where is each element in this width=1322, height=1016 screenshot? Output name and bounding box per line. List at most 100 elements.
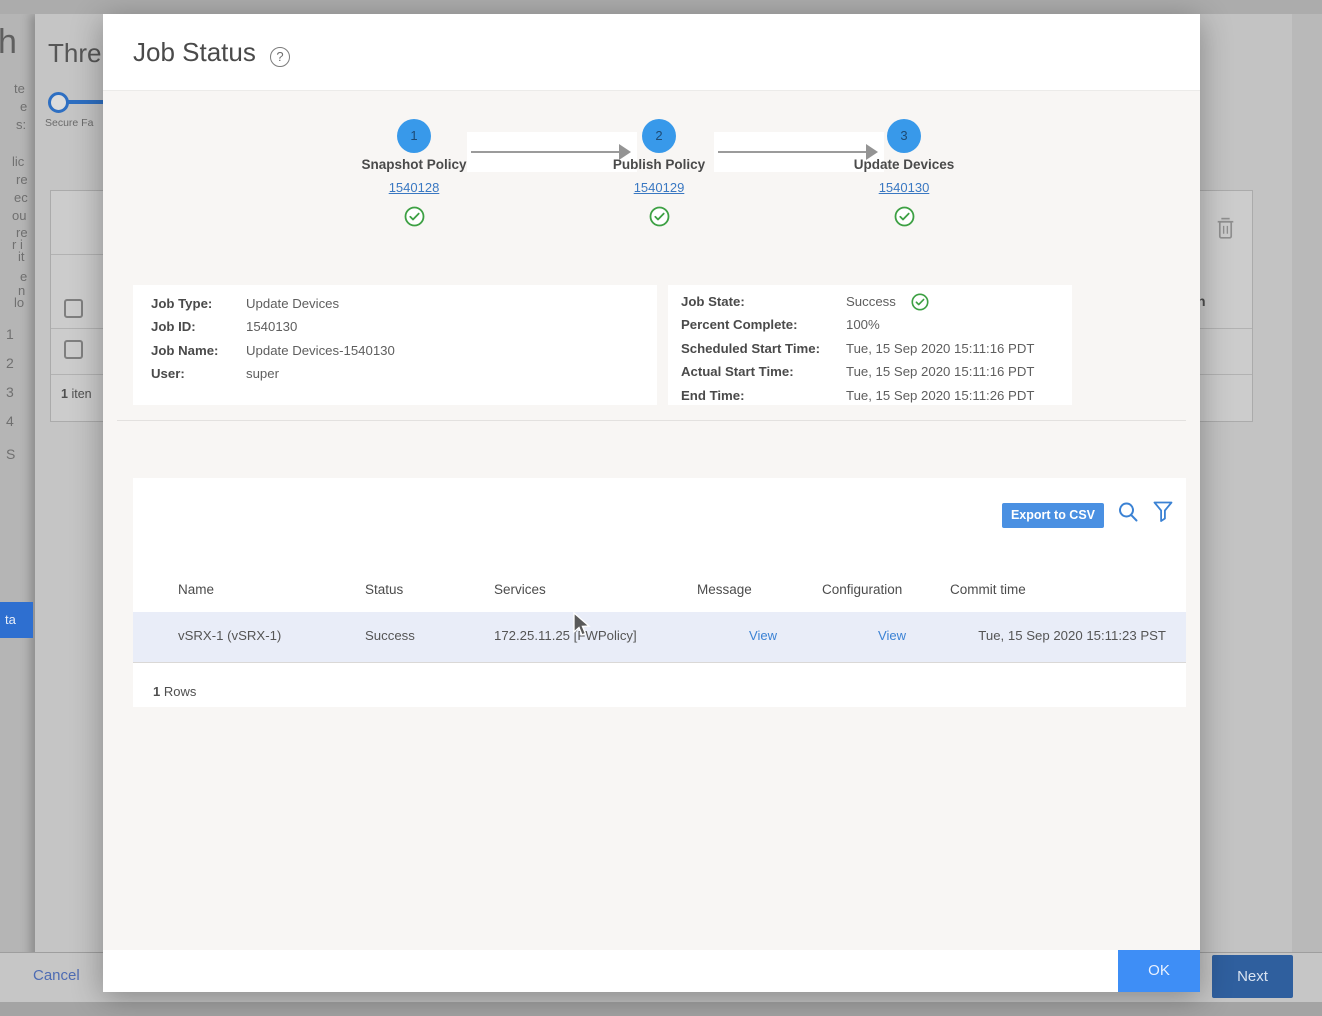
divider [1199, 374, 1252, 375]
step-3-circle: 3 [887, 119, 921, 153]
divider [51, 254, 104, 255]
column-header-configuration: Configuration [822, 582, 902, 597]
cell-status: Success [365, 628, 415, 643]
step-1-job-link[interactable]: 1540128 [334, 180, 494, 195]
summary-row: Percent Complete: 100% [668, 313, 1072, 336]
field-label: End Time: [681, 384, 745, 407]
summary-row: User: super [133, 362, 657, 385]
arrow-line [718, 151, 868, 153]
job-status-dialog: Job Status ? 1 Snapshot Policy 1540128 2… [103, 14, 1200, 992]
step-3-job-link[interactable]: 1540130 [824, 180, 984, 195]
field-label: Scheduled Start Time: [681, 337, 820, 360]
filter-icon[interactable] [1153, 501, 1173, 528]
section-divider [117, 420, 1186, 421]
arrow-line [471, 151, 621, 153]
wizard-stepper-node-icon [48, 92, 69, 113]
column-header-name: Name [178, 582, 214, 597]
bg-text-fragment: 3 [6, 386, 14, 399]
summary-row: Job State: Success [668, 290, 1072, 313]
field-label: Job State: [681, 290, 745, 313]
cell-services: 172.25.11.25 [FWPolicy] [494, 628, 637, 643]
summary-row: Job Name: Update Devices-1540130 [133, 339, 657, 362]
dialog-footer: OK [103, 950, 1200, 992]
bg-text-fragment: lic [12, 155, 24, 168]
bg-text-fragment: 2 [6, 357, 14, 370]
field-value: 100% [846, 313, 880, 336]
background-wizard-panel-left: Thre Secure Fa 1 iten [35, 14, 103, 1002]
configuration-view-link[interactable]: View [862, 628, 922, 643]
bg-text-fragment: 4 [6, 415, 14, 428]
grid-item-count: 1 iten [61, 387, 92, 401]
field-value: 1540130 [246, 315, 297, 338]
page-top-strip [0, 0, 1322, 14]
background-grid-card: n [1199, 190, 1253, 422]
summary-row: Scheduled Start Time: Tue, 15 Sep 2020 1… [668, 337, 1072, 360]
dialog-title: Job Status [133, 37, 256, 68]
step-3-success-icon [824, 206, 984, 232]
field-value: Tue, 15 Sep 2020 15:11:16 PDT [846, 337, 1034, 360]
bg-text-fragment: te [14, 82, 25, 95]
search-icon[interactable] [1117, 501, 1139, 528]
next-button[interactable]: Next [1212, 955, 1293, 998]
step-2-circle: 2 [642, 119, 676, 153]
help-icon[interactable]: ? [270, 47, 290, 67]
row-checkbox[interactable] [64, 340, 83, 359]
summary-row: Job ID: 1540130 [133, 315, 657, 338]
bg-text-fragment: s: [16, 118, 26, 131]
background-page-edge [1292, 14, 1322, 1002]
sidebar-selected-item-fragment[interactable]: ta [0, 602, 33, 638]
bg-text-fragment: 1 [6, 328, 14, 341]
job-summary-left-panel: Job Type: Update Devices Job ID: 1540130… [133, 285, 657, 405]
column-header-commit-time: Commit time [950, 582, 1026, 597]
divider [1199, 328, 1252, 329]
field-label: Job Name: [151, 339, 218, 362]
wizard-stepper-line [68, 100, 103, 104]
field-value: super [246, 362, 279, 385]
bg-text-fragment: it [18, 250, 25, 263]
bg-text-fragment: e [20, 100, 27, 113]
summary-row: Actual Start Time: Tue, 15 Sep 2020 15:1… [668, 360, 1072, 383]
column-header-services: Services [494, 582, 546, 597]
field-value: Update Devices [246, 292, 339, 315]
cancel-button[interactable]: Cancel [33, 967, 80, 984]
ok-button[interactable]: OK [1118, 950, 1200, 992]
bg-text-fragment: e [20, 270, 27, 283]
field-value: Tue, 15 Sep 2020 15:11:16 PDT [846, 360, 1034, 383]
field-label: Job ID: [151, 315, 196, 338]
field-label: User: [151, 362, 185, 385]
divider [51, 374, 104, 375]
bg-text-fragment: ec [14, 191, 28, 204]
step-1-success-icon [334, 206, 494, 232]
bg-text-fragment: S [6, 448, 15, 461]
job-summary-right-panel: Job State: Success Percent Complete: 100… [668, 285, 1072, 405]
trash-icon[interactable] [1213, 215, 1238, 247]
page-bottom-strip [0, 1002, 1322, 1016]
summary-row: End Time: Tue, 15 Sep 2020 15:11:26 PDT [668, 384, 1072, 407]
device-results-card: Export to CSV Name Status Services Messa… [133, 478, 1186, 707]
cell-name: vSRX-1 (vSRX-1) [178, 628, 281, 643]
field-label: Actual Start Time: [681, 360, 794, 383]
bg-text-fragment: ou [12, 209, 26, 222]
field-value: Tue, 15 Sep 2020 15:11:26 PDT [846, 384, 1034, 407]
cell-commit-time: Tue, 15 Sep 2020 15:11:23 PST [950, 628, 1166, 643]
wizard-title-fragment: Thre [48, 38, 101, 69]
background-grid-card: 1 iten [50, 190, 104, 422]
field-value: Success [846, 290, 896, 313]
divider [51, 328, 104, 329]
wizard-step-label: Secure Fa [45, 117, 93, 129]
table-row[interactable]: vSRX-1 (vSRX-1) Success 172.25.11.25 [FW… [133, 612, 1186, 663]
row-checkbox[interactable] [64, 299, 83, 318]
field-value: Update Devices-1540130 [246, 339, 395, 362]
step-2-job-link[interactable]: 1540129 [579, 180, 739, 195]
help-glyph: ? [276, 49, 283, 64]
dialog-header: Job Status ? [103, 14, 1200, 91]
column-header-status: Status [365, 582, 403, 597]
step-3-label: Update Devices [824, 157, 984, 172]
table-header-row: Name Status Services Message Configurati… [133, 570, 1186, 613]
field-label: Percent Complete: [681, 313, 798, 336]
summary-row: Job Type: Update Devices [133, 292, 657, 315]
message-view-link[interactable]: View [733, 628, 793, 643]
row-count: 1 Rows [153, 684, 196, 699]
bg-text-fragment: lo [14, 296, 24, 309]
export-to-csv-button[interactable]: Export to CSV [1002, 503, 1104, 528]
